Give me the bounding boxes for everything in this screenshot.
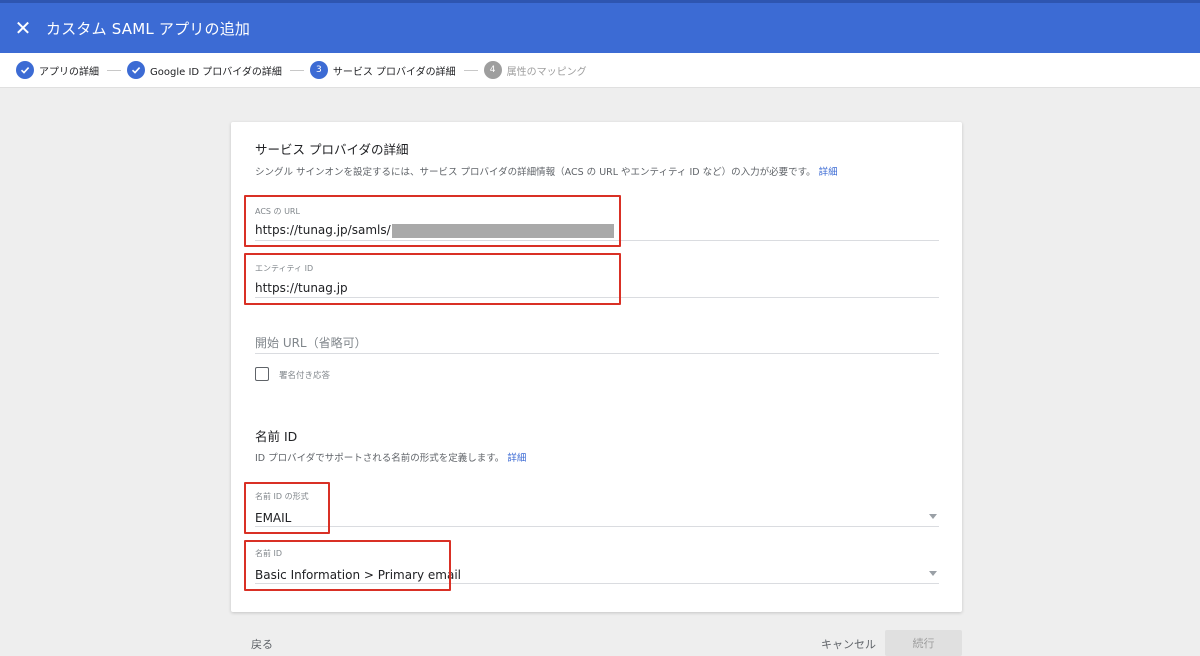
cancel-button[interactable]: キャンセル — [821, 636, 876, 652]
app-header: ✕ カスタム SAML アプリの追加 — [0, 0, 1200, 53]
step-number: 4 — [483, 61, 502, 79]
name-id-label: 名前 ID — [255, 549, 283, 558]
step-label: アプリの詳細 — [39, 66, 99, 78]
back-button[interactable]: 戻る — [251, 636, 273, 652]
redacted-block — [391, 223, 614, 238]
name-id-format-label: 名前 ID の形式 — [255, 492, 309, 501]
entity-id-field[interactable]: エンティティ ID https://tunag.jp — [255, 259, 939, 299]
field-underline — [255, 353, 939, 354]
step-app-details[interactable]: アプリの詳細 — [16, 61, 99, 79]
field-underline — [255, 526, 939, 527]
step-separator — [463, 69, 478, 71]
acs-url-text: https://tunag.jp/samls/ — [255, 223, 391, 237]
entity-id-label: エンティティ ID — [255, 264, 314, 273]
close-icon[interactable]: ✕ — [12, 17, 34, 39]
step-service-provider-details[interactable]: 3 サービス プロバイダの詳細 — [309, 61, 456, 79]
field-underline — [255, 583, 939, 584]
service-provider-card: サービス プロバイダの詳細 シングル サインオンを設定するには、サービス プロバ… — [231, 122, 962, 612]
acs-url-value: https://tunag.jp/samls/ — [255, 223, 614, 238]
start-url-field[interactable]: 開始 URL（省略可） — [255, 332, 939, 356]
chevron-down-icon — [929, 571, 937, 576]
page-title: カスタム SAML アプリの追加 — [46, 19, 251, 38]
stepper: アプリの詳細 Google ID プロバイダの詳細 3 サービス プロバイダの詳… — [0, 53, 1200, 88]
check-icon — [127, 61, 145, 79]
name-id-format-value: EMAIL — [255, 511, 292, 525]
step-label: Google ID プロバイダの詳細 — [150, 66, 282, 78]
name-id-section-title: 名前 ID — [255, 429, 298, 444]
step-attribute-mapping: 4 属性のマッピング — [483, 61, 587, 79]
continue-button[interactable]: 続行 — [885, 630, 962, 656]
step-separator — [107, 69, 121, 71]
step-separator — [289, 69, 304, 71]
field-underline — [255, 240, 939, 241]
description-text: シングル サインオンを設定するには、サービス プロバイダの詳細情報（ACS の … — [255, 167, 816, 178]
acs-url-field[interactable]: ACS の URL https://tunag.jp/samls/ — [255, 202, 939, 242]
description-text: ID プロバイダでサポートされる名前の形式を定義します。 — [255, 453, 505, 464]
check-icon — [16, 61, 34, 79]
name-id-description: ID プロバイダでサポートされる名前の形式を定義します。 詳細 — [255, 450, 526, 464]
step-number: 3 — [309, 61, 328, 79]
entity-id-value: https://tunag.jp — [255, 281, 348, 295]
field-underline — [255, 297, 939, 298]
start-url-placeholder: 開始 URL（省略可） — [255, 336, 367, 350]
details-link[interactable]: 詳細 — [507, 453, 526, 464]
card-description: シングル サインオンを設定するには、サービス プロバイダの詳細情報（ACS の … — [255, 164, 838, 178]
name-id-select[interactable]: 名前 ID Basic Information > Primary email — [255, 544, 939, 584]
step-label: サービス プロバイダの詳細 — [332, 66, 456, 78]
acs-url-label: ACS の URL — [255, 207, 300, 216]
step-google-idp-details[interactable]: Google ID プロバイダの詳細 — [127, 61, 282, 79]
chevron-down-icon — [929, 514, 937, 519]
step-label: 属性のマッピング — [506, 66, 587, 78]
card-title: サービス プロバイダの詳細 — [255, 142, 409, 157]
name-id-format-select[interactable]: 名前 ID の形式 EMAIL — [255, 487, 939, 527]
name-id-value: Basic Information > Primary email — [255, 568, 462, 582]
signed-response-checkbox[interactable] — [255, 367, 269, 381]
details-link[interactable]: 詳細 — [819, 167, 838, 178]
signed-response-label: 署名付き応答 — [279, 371, 331, 381]
